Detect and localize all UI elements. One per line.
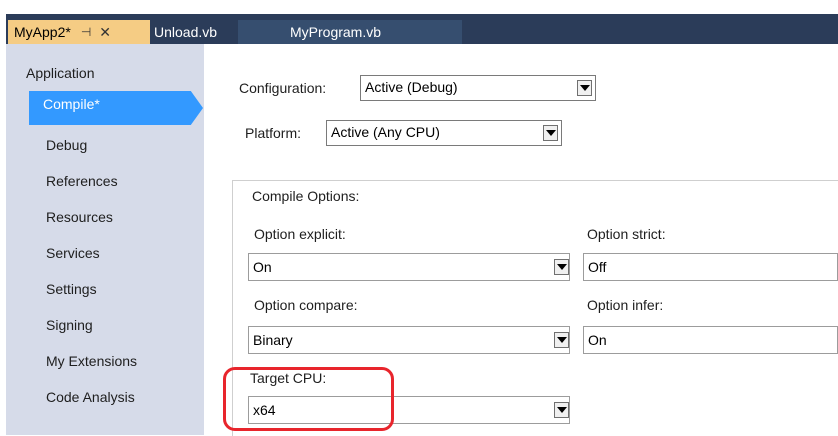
pin-icon[interactable]: ⊣ [81,25,91,39]
platform-select[interactable]: Active (Any CPU) [326,120,562,146]
configuration-label: Configuration: [239,80,327,96]
option-infer-label: Option infer: [587,297,664,313]
option-explicit-value: On [253,259,272,275]
option-strict-label: Option strict: [587,226,666,242]
sidebar-item-label: Debug [46,137,88,153]
option-compare-value: Binary [253,332,293,348]
sidebar-item-label: Application [26,65,95,81]
document-tab-strip: MyApp2* ⊣ ✕ Unload.vb MyProgram.vb [6,14,838,44]
sidebar-item-label: Compile* [43,96,100,112]
chevron-down-icon[interactable] [554,402,569,418]
chevron-down-icon[interactable] [554,259,569,275]
configuration-select[interactable]: Active (Debug) [360,75,596,101]
sidebar-item-debug[interactable]: Debug [46,133,87,157]
chevron-down-icon[interactable] [554,332,569,348]
option-infer-value: On [588,332,607,348]
tab-label: Unload.vb [154,24,218,40]
option-strict-select[interactable]: Off [583,253,838,281]
sidebar-item-services[interactable]: Services [46,241,100,265]
sidebar-item-label: Code Analysis [46,389,135,405]
sidebar-item-label: Signing [46,317,93,333]
close-icon[interactable]: ✕ [99,24,111,41]
sidebar-item-code-analysis[interactable]: Code Analysis [46,385,135,409]
chevron-down-icon[interactable] [577,80,592,96]
sidebar-item-label: Services [46,245,100,261]
sidebar-item-label: Settings [46,281,97,297]
sidebar-item-compile[interactable]: Compile* [29,91,203,125]
configuration-value: Active (Debug) [365,79,458,95]
sidebar-item-label: References [46,173,118,189]
platform-label: Platform: [245,125,302,141]
option-compare-select[interactable]: Binary [248,326,570,354]
sidebar-item-resources[interactable]: Resources [46,205,113,229]
platform-value: Active (Any CPU) [331,124,440,140]
tab-myprogram-vb[interactable]: MyProgram.vb [238,20,462,44]
sidebar-item-signing[interactable]: Signing [46,313,93,337]
option-strict-value: Off [588,259,607,275]
tab-label: MyApp2* [14,24,71,40]
tab-label: MyProgram.vb [290,24,382,40]
sidebar-item-label: My Extensions [46,353,138,369]
sidebar-item-settings[interactable]: Settings [46,277,97,301]
target-cpu-highlight [223,367,394,431]
sidebar-item-label: Resources [46,209,113,225]
sidebar-item-references[interactable]: References [46,169,118,193]
option-infer-select[interactable]: On [583,326,838,354]
option-explicit-label: Option explicit: [254,226,346,242]
chevron-down-icon[interactable] [543,125,558,141]
option-compare-label: Option compare: [254,297,358,313]
sidebar-item-application[interactable]: Application [26,61,95,85]
option-explicit-select[interactable]: On [248,253,570,281]
sidebar-item-my-extensions[interactable]: My Extensions [46,349,137,373]
compile-options-title: Compile Options: [246,188,366,204]
tab-myapp2[interactable]: MyApp2* ⊣ ✕ [8,20,150,44]
tab-unload-vb[interactable]: Unload.vb [154,20,217,44]
